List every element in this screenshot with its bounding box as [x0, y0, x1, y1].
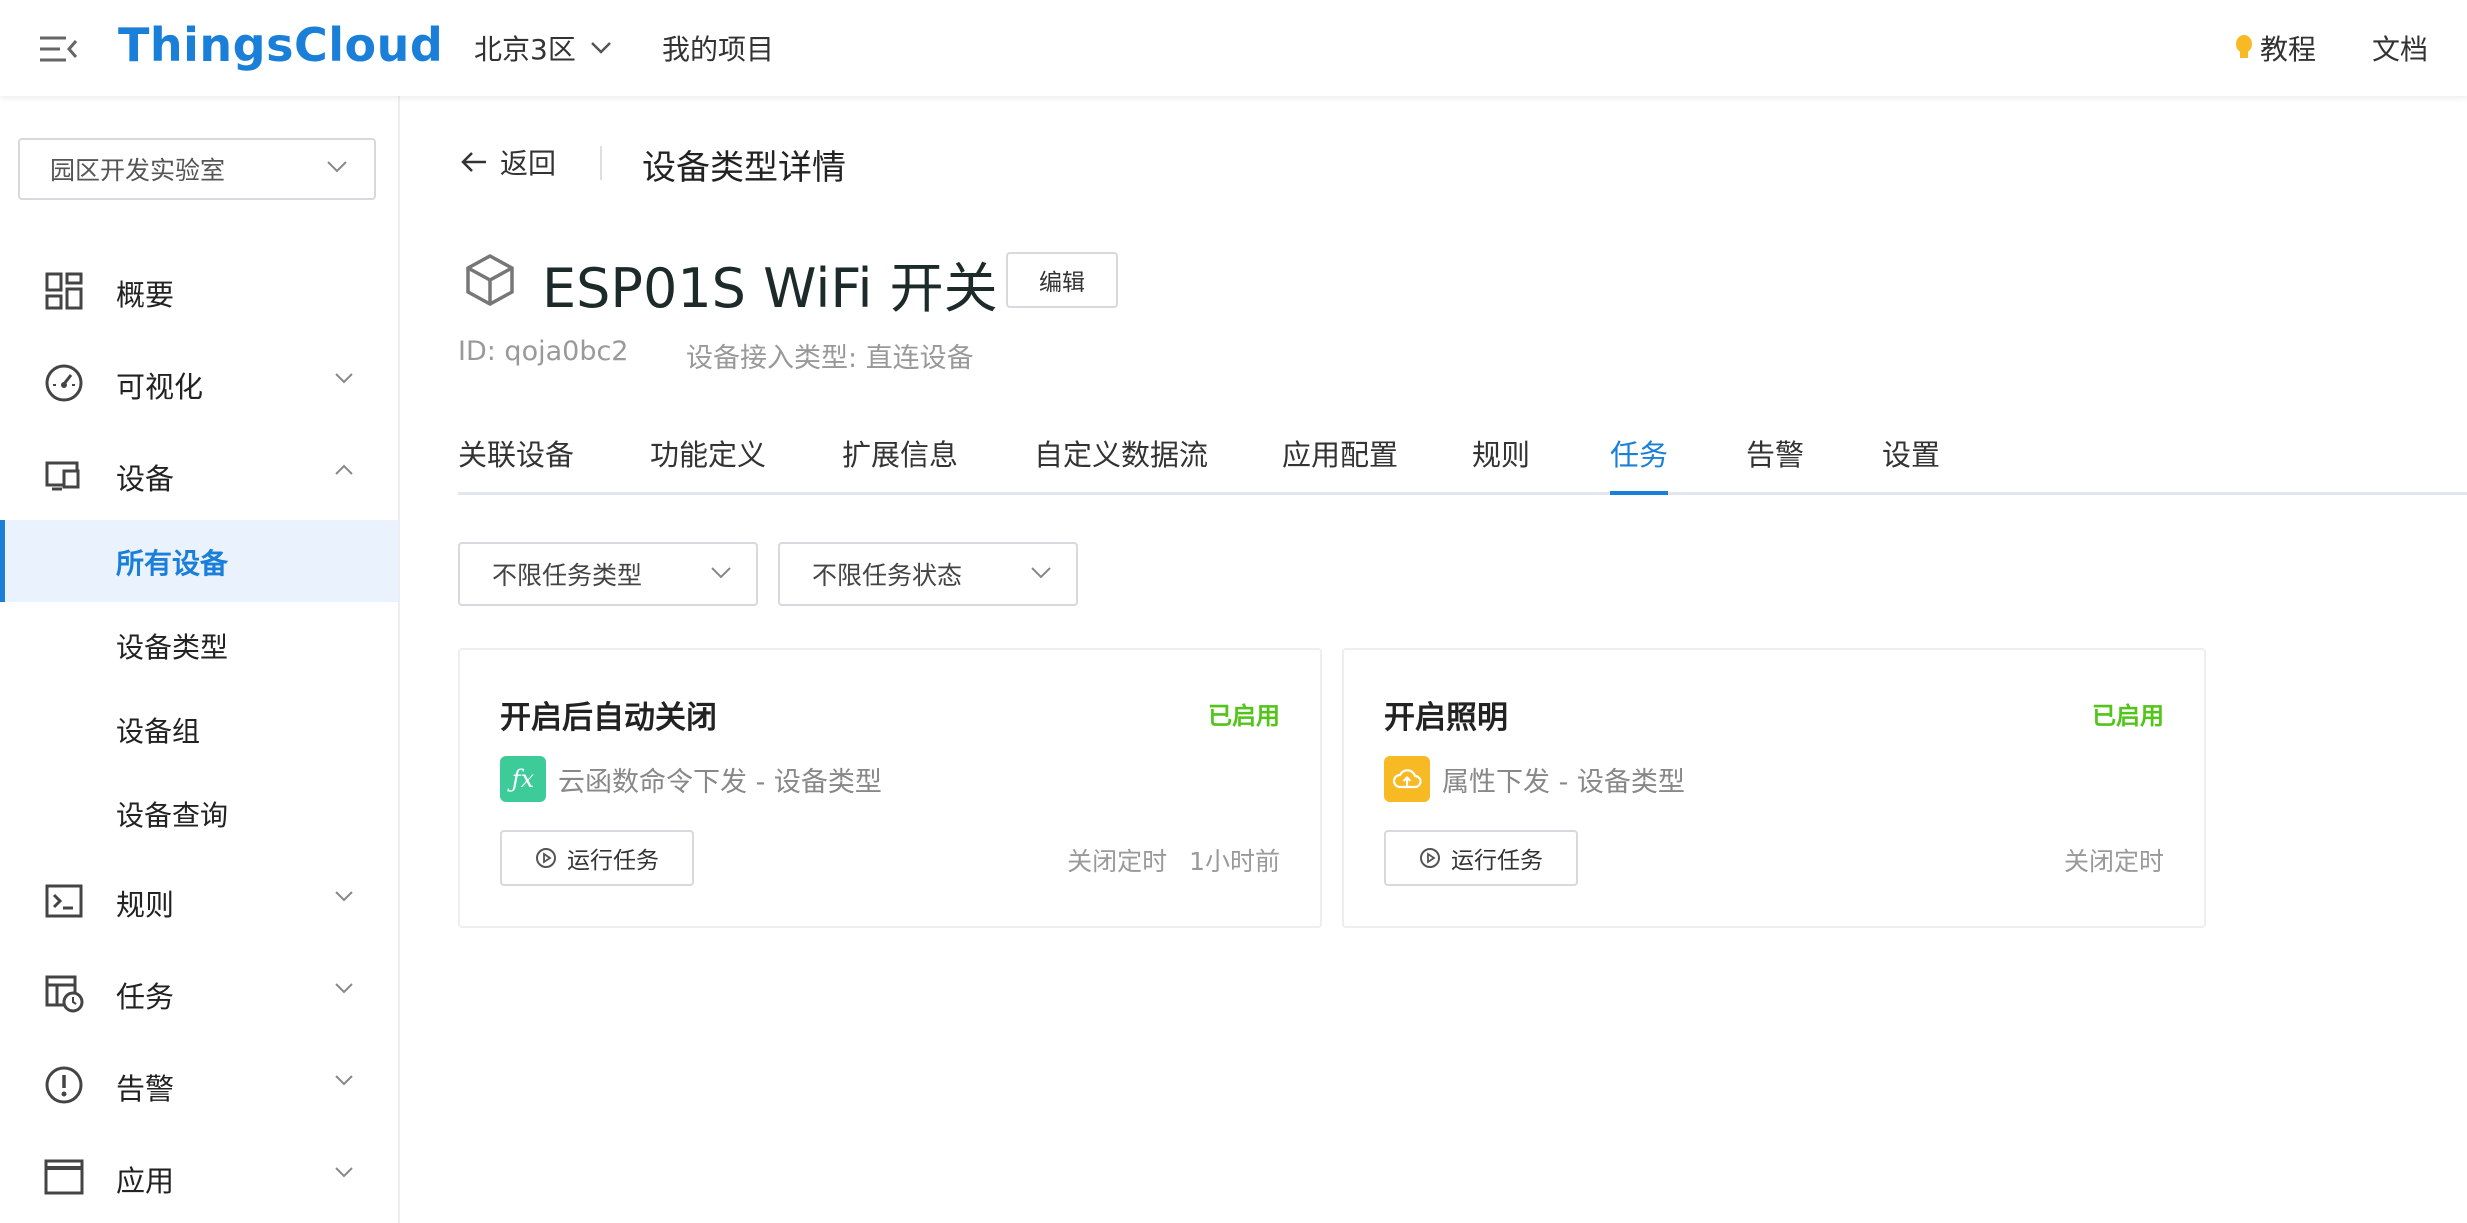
sidebar-item-device-types[interactable]: 设备类型: [0, 604, 398, 686]
chevron-down-icon: [327, 161, 347, 173]
sidebar-item-rules[interactable]: 规则: [0, 860, 398, 940]
task-type-filter-value: 不限任务类型: [492, 561, 643, 590]
sidebar-subitem-label: 设备类型: [116, 631, 229, 664]
task-type-label: 云函数命令下发 - 设备类型: [558, 766, 882, 798]
tutorial-label: 教程: [2260, 33, 2317, 66]
tutorial-link[interactable]: 教程: [2234, 28, 2316, 68]
task-type: ƒx 云函数命令下发 - 设备类型: [500, 756, 882, 802]
sidebar-item-label: 概要: [116, 278, 175, 312]
tab-app-config[interactable]: 应用配置: [1282, 432, 1398, 492]
collapse-menu-icon[interactable]: [38, 34, 78, 64]
sidebar-item-label: 可视化: [116, 370, 204, 404]
brand-logo[interactable]: ThingsCloud: [118, 18, 443, 72]
sidebar-item-label: 应用: [116, 1164, 175, 1198]
chevron-down-icon: [1031, 567, 1051, 579]
lab-select[interactable]: 园区开发实验室: [18, 138, 376, 200]
sidebar-item-label: 任务: [116, 980, 175, 1014]
docs-link[interactable]: 文档: [2372, 28, 2428, 68]
chevron-down-icon: [335, 373, 353, 384]
access-type: 设备接入类型: 直连设备: [686, 343, 974, 374]
edit-button[interactable]: 编辑: [1006, 252, 1118, 308]
device-icon: [45, 461, 80, 491]
task-card: 开启后自动关闭 已启用 ƒx 云函数命令下发 - 设备类型 运行任务 关闭定时 …: [458, 648, 1322, 928]
sidebar-item-device-groups[interactable]: 设备组: [0, 688, 398, 770]
device-type-name: ESP01S WiFi 开关: [542, 257, 998, 320]
run-task-button[interactable]: 运行任务: [500, 830, 694, 886]
chevron-up-icon: [335, 464, 353, 475]
sidebar-item-label: 设备: [116, 462, 175, 496]
sidebar-item-apps[interactable]: 应用: [0, 1136, 398, 1216]
device-type-id: ID: qoja0bc2: [458, 336, 629, 367]
back-button[interactable]: 返回: [460, 142, 556, 182]
page-title: 设备类型详情: [642, 148, 846, 188]
chevron-down-icon: [335, 1075, 353, 1086]
sidebar-item-all-devices[interactable]: 所有设备: [0, 520, 398, 602]
sidebar-item-visualization[interactable]: 可视化: [0, 342, 398, 422]
task-type-filter[interactable]: 不限任务类型: [458, 542, 758, 606]
tab-function-definition[interactable]: 功能定义: [650, 432, 766, 492]
task-status-filter-value: 不限任务状态: [812, 561, 963, 590]
sidebar-item-label: 规则: [116, 888, 175, 922]
sidebar-item-label: 告警: [116, 1072, 175, 1106]
tab-linked-devices[interactable]: 关联设备: [458, 432, 574, 492]
dashboard-icon: [45, 272, 83, 310]
task-status-filter[interactable]: 不限任务状态: [778, 542, 1078, 606]
tab-rules[interactable]: 规则: [1472, 432, 1530, 492]
lightbulb-icon: [2236, 35, 2252, 58]
run-task-label: 运行任务: [1451, 848, 1543, 874]
sidebar-item-device-query[interactable]: 设备查询: [0, 772, 398, 854]
sidebar-subitem-label: 设备组: [116, 715, 201, 748]
region-label: 北京3区: [474, 33, 576, 66]
tab-settings[interactable]: 设置: [1882, 432, 1940, 492]
sidebar-item-overview[interactable]: 概要: [0, 250, 398, 330]
tab-extended-info[interactable]: 扩展信息: [842, 432, 958, 492]
window-icon: [44, 1159, 84, 1195]
task-title[interactable]: 开启照明: [1384, 692, 1508, 737]
play-circle-icon: [1420, 848, 1440, 868]
alert-icon: [45, 1066, 83, 1104]
sidebar-subitem-label: 设备查询: [116, 799, 229, 832]
status-badge: 已启用: [1208, 702, 1280, 730]
tab-tasks[interactable]: 任务: [1610, 432, 1669, 495]
schedule-status: 关闭定时: [1067, 847, 1168, 876]
tab-bar: 关联设备 功能定义 扩展信息 自定义数据流 应用配置 规则 任务 告警 设置: [458, 432, 2467, 495]
run-task-button[interactable]: 运行任务: [1384, 830, 1578, 886]
task-title[interactable]: 开启后自动关闭: [500, 692, 717, 737]
tab-alerts[interactable]: 告警: [1746, 432, 1804, 492]
chevron-down-icon: [335, 983, 353, 994]
region-select[interactable]: 北京3区: [474, 28, 612, 68]
cloud-upload-icon: [1384, 756, 1430, 802]
status-badge: 已启用: [2092, 702, 2164, 730]
arrow-left-icon: [461, 152, 486, 172]
tab-custom-data-stream[interactable]: 自定义数据流: [1034, 432, 1208, 492]
top-header: ThingsCloud 北京3区 我的项目 教程 文档: [0, 0, 2467, 96]
gauge-icon: [45, 364, 83, 402]
function-fx-icon: ƒx: [500, 756, 546, 802]
my-projects-link[interactable]: 我的项目: [662, 28, 774, 68]
chevron-down-icon: [335, 891, 353, 902]
task-meta: 关闭定时 1小时前: [1067, 842, 1280, 878]
chevron-down-icon: [590, 42, 611, 54]
task-clock-icon: [45, 975, 84, 1013]
sidebar-item-alerts[interactable]: 告警: [0, 1044, 398, 1124]
terminal-icon: [45, 884, 83, 918]
sidebar-subitem-label: 所有设备: [116, 547, 229, 580]
cube-icon: [466, 254, 514, 306]
task-type-label: 属性下发 - 设备类型: [1442, 766, 1685, 798]
divider: [600, 146, 602, 180]
back-label: 返回: [500, 147, 557, 180]
chevron-down-icon: [711, 567, 731, 579]
task-type: 属性下发 - 设备类型: [1384, 756, 1685, 802]
sidebar-item-tasks[interactable]: 任务: [0, 952, 398, 1032]
last-run-time: 1小时前: [1189, 847, 1280, 876]
chevron-down-icon: [335, 1167, 353, 1178]
lab-select-value: 园区开发实验室: [50, 156, 226, 185]
play-circle-icon: [536, 848, 556, 868]
sidebar-item-devices[interactable]: 设备: [0, 434, 398, 514]
task-meta: 关闭定时: [2064, 842, 2164, 878]
schedule-status: 关闭定时: [2063, 847, 2164, 876]
task-card: 开启照明 已启用 属性下发 - 设备类型 运行任务 关闭定时: [1342, 648, 2206, 928]
run-task-label: 运行任务: [567, 848, 659, 874]
sidebar: 园区开发实验室 概要 可视化 设备 所有设备 设备类型 设备组 设备查询 规则 …: [0, 96, 400, 1223]
